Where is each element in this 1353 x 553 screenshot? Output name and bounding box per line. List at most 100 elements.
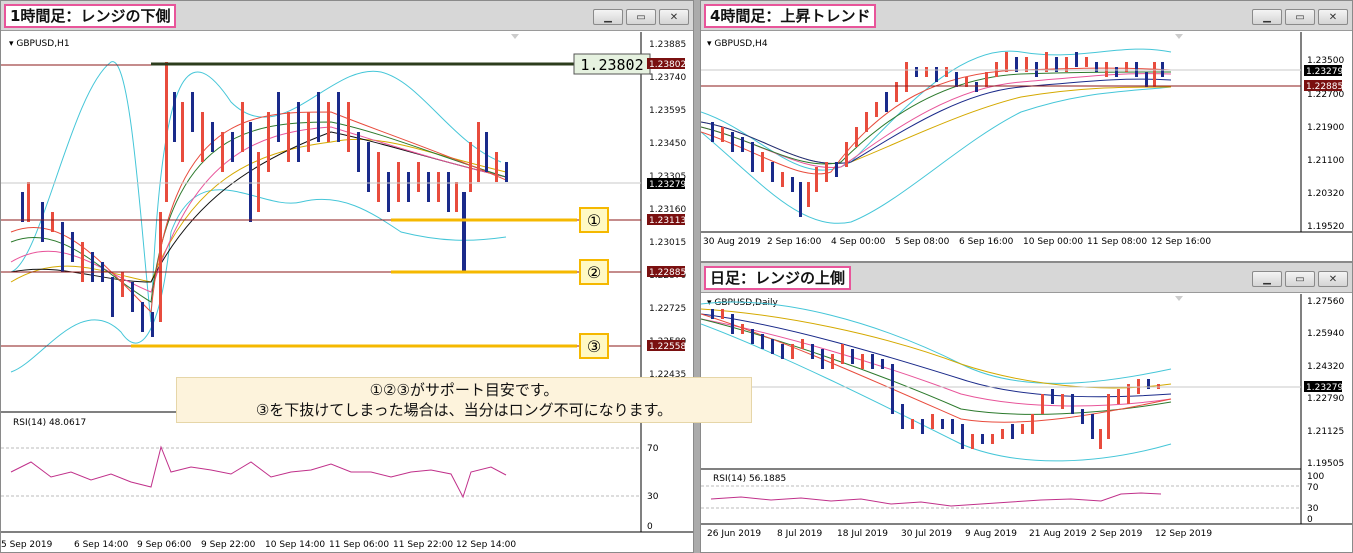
h4-titlebar[interactable]: 4時間足：上昇トレンド ▁ ▭ ✕	[701, 1, 1352, 31]
svg-text:11 Sep 22:00: 11 Sep 22:00	[393, 540, 453, 550]
svg-text:②: ②	[587, 263, 601, 282]
h1-rsi-label: RSI(14) 48.0617	[13, 418, 86, 428]
symbol-label: ▾ GBPUSD,H4	[707, 39, 768, 49]
svg-text:1.21100: 1.21100	[1307, 156, 1344, 166]
svg-text:1.23113: 1.23113	[649, 216, 686, 226]
annotation-note: ①②③がサポート目安です。 ③を下抜けてしまった場合は、当分はロング不可になりま…	[176, 377, 752, 423]
h1-rsi-axis: 100 70 30 0	[647, 415, 664, 532]
d1-price-flags: 1.23279	[1304, 381, 1343, 393]
svg-text:1.21125: 1.21125	[1307, 427, 1344, 437]
h4-price-flags: 1.23279 1.22885	[1304, 65, 1343, 92]
svg-text:12 Sep 14:00: 12 Sep 14:00	[456, 540, 516, 550]
svg-text:1.23279: 1.23279	[1306, 67, 1343, 77]
svg-text:1.23802: 1.23802	[649, 60, 686, 70]
h1-resistance-label: 1.23802	[573, 53, 651, 75]
close-icon: ✕	[1328, 11, 1338, 23]
d1-rsi-axis: 100 70 30 0	[1307, 472, 1324, 525]
support-marker-3: ③	[579, 333, 609, 359]
svg-text:1.23802: 1.23802	[580, 56, 643, 74]
note-line-2: ③を下抜けてしまった場合は、当分はロング不可になります。	[255, 401, 673, 419]
close-button[interactable]: ✕	[659, 9, 689, 25]
svg-text:1.22725: 1.22725	[649, 304, 686, 314]
svg-text:0: 0	[647, 522, 653, 532]
svg-text:③: ③	[587, 337, 601, 356]
close-icon: ✕	[669, 11, 679, 23]
support-marker-1: ①	[579, 207, 609, 233]
svg-text:30: 30	[1307, 504, 1319, 514]
d1-window-title: 日足：レンジの上側	[704, 266, 852, 290]
h4-chart-window[interactable]: 4時間足：上昇トレンド ▁ ▭ ✕ ▾ GBPUSD,H4 1.23500 1.…	[700, 0, 1353, 262]
svg-text:1.23500: 1.23500	[1307, 56, 1344, 66]
svg-text:1.24320: 1.24320	[1307, 362, 1344, 372]
svg-text:100: 100	[1307, 472, 1324, 482]
svg-text:1.23279: 1.23279	[1306, 383, 1343, 393]
h1-window-title: 1時間足：レンジの下側	[4, 4, 177, 28]
svg-text:1.23740: 1.23740	[649, 73, 686, 83]
svg-text:2 Sep 2019: 2 Sep 2019	[1091, 529, 1143, 539]
svg-text:11 Sep 08:00: 11 Sep 08:00	[1087, 237, 1147, 247]
svg-text:5 Sep 08:00: 5 Sep 08:00	[895, 237, 950, 247]
maximize-button[interactable]: ▭	[1285, 271, 1315, 287]
symbol-label: ▾ GBPUSD,H1	[9, 39, 70, 49]
svg-text:18 Jul 2019: 18 Jul 2019	[837, 529, 888, 539]
d1-titlebar[interactable]: 日足：レンジの上側 ▁ ▭ ✕	[701, 263, 1352, 293]
minimize-icon: ▁	[604, 11, 612, 23]
svg-text:30 Aug 2019: 30 Aug 2019	[703, 237, 761, 247]
svg-text:1.23015: 1.23015	[649, 238, 686, 248]
d1-chart-area[interactable]: ▾ GBPUSD,Daily 1.27560 1.25940 1.24320 1…	[701, 294, 1352, 553]
svg-text:1.19520: 1.19520	[1307, 222, 1344, 232]
svg-text:2 Sep 16:00: 2 Sep 16:00	[767, 237, 822, 247]
d1-rsi-label: RSI(14) 56.1885	[713, 474, 786, 484]
svg-text:70: 70	[647, 444, 659, 454]
support-marker-2: ②	[579, 259, 609, 285]
svg-text:1.22790: 1.22790	[1307, 394, 1344, 404]
svg-text:9 Sep 22:00: 9 Sep 22:00	[201, 540, 256, 550]
svg-text:11 Sep 06:00: 11 Sep 06:00	[329, 540, 389, 550]
maximize-icon: ▭	[636, 11, 646, 23]
svg-text:21 Aug 2019: 21 Aug 2019	[1029, 529, 1087, 539]
maximize-icon: ▭	[1295, 11, 1305, 23]
svg-text:6 Sep 14:00: 6 Sep 14:00	[74, 540, 129, 550]
svg-text:1.19505: 1.19505	[1307, 459, 1344, 469]
close-icon: ✕	[1328, 273, 1338, 285]
minimize-button[interactable]: ▁	[1252, 271, 1282, 287]
svg-text:1.23160: 1.23160	[649, 205, 686, 215]
svg-text:9 Aug 2019: 9 Aug 2019	[965, 529, 1017, 539]
h1-chart-window[interactable]: 1時間足：レンジの下側 ▁ ▭ ✕ ▾ GBPUSD,H1 ① ② ③ 1.23…	[0, 0, 694, 553]
d1-time-axis: 26 Jun 2019 8 Jul 2019 18 Jul 2019 30 Ju…	[707, 529, 1212, 539]
d1-chart-window[interactable]: 日足：レンジの上側 ▁ ▭ ✕ ▾ GBPUSD,Daily 1.27560 1…	[700, 262, 1353, 553]
svg-text:30: 30	[647, 492, 659, 502]
svg-text:70: 70	[1307, 483, 1319, 493]
svg-text:1.23279: 1.23279	[649, 180, 686, 190]
h4-chart-area[interactable]: ▾ GBPUSD,H4 1.23500 1.22700 1.21900 1.21…	[701, 32, 1352, 262]
svg-text:10 Sep 14:00: 10 Sep 14:00	[265, 540, 325, 550]
minimize-icon: ▁	[1263, 273, 1271, 285]
h1-chart-area[interactable]: ▾ GBPUSD,H1 ① ② ③ 1.23802 1.23885 1.2374…	[1, 32, 693, 553]
svg-text:6 Sep 16:00: 6 Sep 16:00	[959, 237, 1014, 247]
svg-text:0: 0	[1307, 515, 1313, 525]
minimize-button[interactable]: ▁	[593, 9, 623, 25]
svg-text:12 Sep 2019: 12 Sep 2019	[1155, 529, 1212, 539]
svg-text:1.22885: 1.22885	[649, 268, 686, 278]
svg-text:12 Sep 16:00: 12 Sep 16:00	[1151, 237, 1211, 247]
h1-time-axis: 5 Sep 2019 6 Sep 14:00 9 Sep 06:00 9 Sep…	[1, 540, 516, 550]
close-button[interactable]: ✕	[1318, 271, 1348, 287]
symbol-label: ▾ GBPUSD,Daily	[707, 298, 779, 308]
minimize-button[interactable]: ▁	[1252, 9, 1282, 25]
close-button[interactable]: ✕	[1318, 9, 1348, 25]
maximize-icon: ▭	[1295, 273, 1305, 285]
svg-text:8 Jul 2019: 8 Jul 2019	[777, 529, 822, 539]
svg-text:1.23595: 1.23595	[649, 106, 686, 116]
svg-text:9 Sep 06:00: 9 Sep 06:00	[137, 540, 192, 550]
svg-text:1.22885: 1.22885	[1306, 82, 1343, 92]
h1-titlebar[interactable]: 1時間足：レンジの下側 ▁ ▭ ✕	[1, 1, 693, 31]
svg-text:10 Sep 00:00: 10 Sep 00:00	[1023, 237, 1083, 247]
maximize-button[interactable]: ▭	[626, 9, 656, 25]
h1-price-axis: 1.23885 1.23740 1.23595 1.23450 1.23305 …	[649, 40, 686, 380]
svg-text:5 Sep 2019: 5 Sep 2019	[1, 540, 53, 550]
svg-text:30 Jul 2019: 30 Jul 2019	[901, 529, 952, 539]
maximize-button[interactable]: ▭	[1285, 9, 1315, 25]
note-line-1: ①②③がサポート目安です。	[369, 381, 559, 399]
svg-text:①: ①	[587, 211, 601, 230]
minimize-icon: ▁	[1263, 11, 1271, 23]
